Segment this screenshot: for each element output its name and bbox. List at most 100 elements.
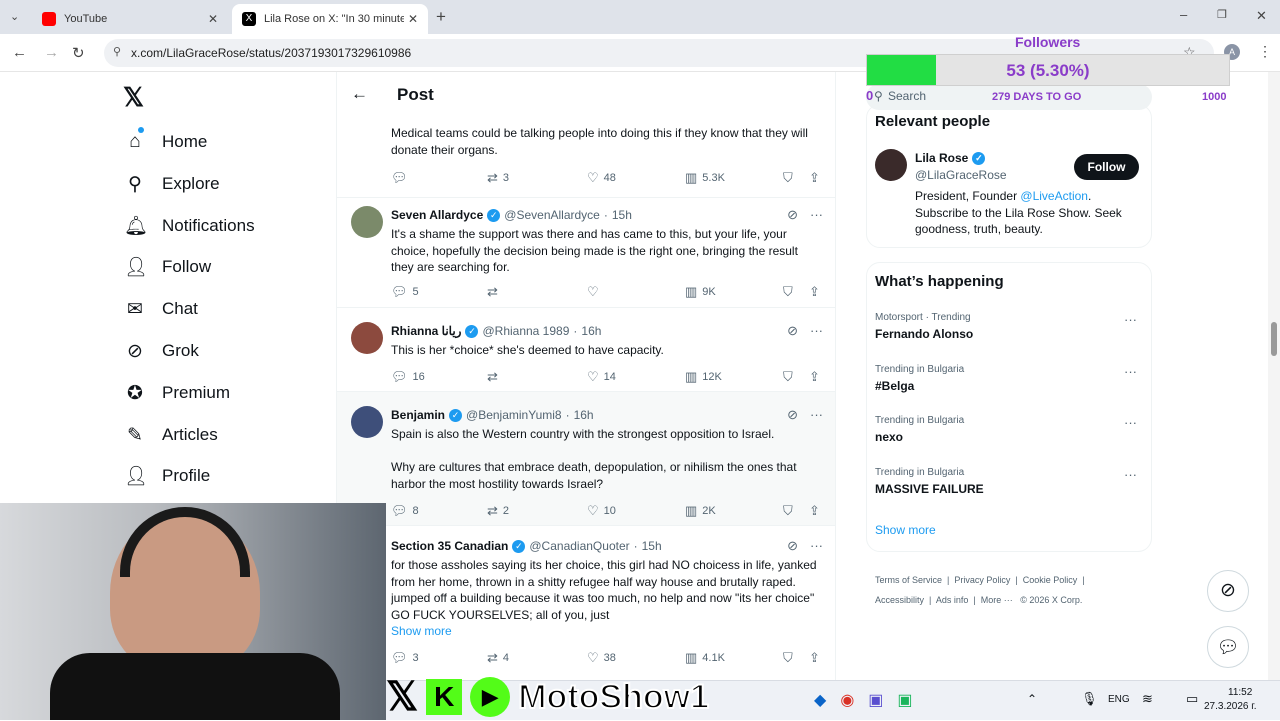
bookmark-button[interactable]: ⛉ (783, 170, 793, 186)
timestamp[interactable]: 16h (574, 408, 594, 422)
more-icon[interactable]: ··· (1124, 467, 1137, 482)
show-more-link[interactable]: Show more (391, 624, 452, 638)
footer-link[interactable]: Cookie Policy (1023, 575, 1078, 585)
like-button[interactable]: ♡ 48 (587, 170, 616, 186)
footer-link[interactable]: Accessibility (875, 595, 924, 605)
share-button[interactable]: ⇪ (809, 170, 820, 186)
repost-button[interactable]: ⇄ 2 (487, 503, 509, 519)
trend-item[interactable]: Motorsport · Trending Fernando Alonso ··… (875, 312, 1145, 341)
bookmark-button[interactable]: ⛉ (783, 284, 793, 300)
more-icon[interactable]: ··· (810, 407, 823, 423)
language-indicator[interactable]: ENG (1108, 694, 1130, 705)
minimize-icon[interactable]: – (1180, 7, 1187, 22)
close-icon[interactable]: ✕ (408, 12, 418, 26)
person-handle[interactable]: @LilaGraceRose (915, 168, 1007, 182)
like-button[interactable]: ♡ (587, 284, 604, 300)
like-button[interactable]: ♡ 14 (587, 369, 616, 385)
grok-icon[interactable]: ⊘ (787, 407, 798, 423)
views-button[interactable]: ▥ 2K (685, 503, 716, 519)
views-button[interactable]: ▥ 12K (685, 369, 722, 385)
share-button[interactable]: ⇪ (809, 284, 820, 300)
grok-icon[interactable]: ⊘ (787, 207, 798, 223)
timestamp[interactable]: 15h (642, 539, 662, 553)
reply-button[interactable]: 💬︎ 3 (391, 650, 419, 666)
reply-button[interactable]: 💬︎ 5 (391, 284, 419, 300)
trend-item[interactable]: Trending in Bulgaria #Belga ··· (875, 364, 1145, 393)
back-arrow-icon[interactable]: ← (12, 44, 27, 61)
sidebar-item-home[interactable]: ⌂ Home (124, 125, 207, 159)
scrollbar-thumb[interactable] (1271, 322, 1277, 356)
grok-icon[interactable]: ⊘ (787, 538, 798, 554)
footer-link[interactable]: Ads info (936, 595, 969, 605)
reply-item[interactable]: Medical teams could be talking people in… (337, 116, 835, 198)
repost-button[interactable]: ⇄ (487, 284, 503, 300)
maximize-icon[interactable]: ❐ (1217, 8, 1227, 21)
like-button[interactable]: ♡ 10 (587, 503, 616, 519)
share-button[interactable]: ⇪ (809, 650, 820, 666)
clock-time[interactable]: 11:52 (1228, 687, 1252, 698)
reply-button[interactable]: 💬︎ 8 (391, 503, 419, 519)
timestamp[interactable]: 16h (581, 324, 601, 338)
more-icon[interactable]: ··· (1124, 364, 1137, 379)
close-icon[interactable]: ✕ (208, 12, 218, 26)
author-name[interactable]: Rhianna ريانا (391, 324, 461, 338)
avatar[interactable] (875, 149, 907, 181)
avatar[interactable] (351, 406, 383, 438)
reload-icon[interactable]: ↻ (72, 44, 85, 62)
show-more-link[interactable]: Show more (875, 523, 936, 537)
x-logo-icon[interactable]: 𝕏 (123, 82, 144, 113)
site-info-icon[interactable]: ⚲ (113, 45, 121, 58)
share-button[interactable]: ⇪ (809, 503, 820, 519)
author-handle[interactable]: @SevenAllardyce (504, 208, 600, 222)
footer-link[interactable]: More ··· (981, 595, 1013, 605)
scrollbar[interactable] (1268, 72, 1280, 680)
repost-button[interactable]: ⇄ 3 (487, 170, 509, 186)
views-button[interactable]: ▥ 9K (685, 284, 716, 300)
sidebar-item-follow[interactable]: 👤︎ Follow (124, 250, 211, 284)
footer-link[interactable]: Privacy Policy (954, 575, 1010, 585)
more-icon[interactable]: ··· (1124, 415, 1137, 430)
more-icon[interactable]: ··· (810, 207, 823, 223)
grok-floating-button[interactable]: ⊘ (1207, 570, 1249, 612)
chat-floating-button[interactable]: 💬︎ (1207, 626, 1249, 668)
bookmark-button[interactable]: ⛉ (783, 650, 793, 666)
more-icon[interactable]: ··· (1124, 312, 1137, 327)
author-handle[interactable]: @Rhianna 1989 (482, 324, 569, 338)
window-close-icon[interactable]: ✕ (1256, 8, 1267, 24)
author-name[interactable]: Section 35 Canadian (391, 539, 508, 553)
forward-arrow-icon[interactable]: → (44, 44, 59, 61)
grok-icon[interactable]: ⊘ (787, 323, 798, 339)
views-button[interactable]: ▥ 4.1K (685, 650, 725, 666)
new-tab-button[interactable]: + (436, 7, 446, 27)
avatar[interactable] (351, 322, 383, 354)
sidebar-item-grok[interactable]: ⊘ Grok (124, 334, 199, 368)
tab-youtube[interactable]: YouTube ✕ (32, 4, 228, 34)
tab-x-post[interactable]: X Lila Rose on X: "In 30 minutes, S ✕ (232, 4, 428, 34)
trend-item[interactable]: Trending in Bulgaria nexo ··· (875, 415, 1145, 444)
more-icon[interactable]: ··· (810, 538, 823, 554)
back-arrow-icon[interactable]: ← (351, 84, 368, 104)
trend-item[interactable]: Trending in Bulgaria MASSIVE FAILURE ··· (875, 467, 1145, 496)
menu-icon[interactable]: ⋮ (1258, 43, 1272, 60)
bio-link[interactable]: @LiveAction (1020, 189, 1088, 203)
timestamp[interactable]: 15h (612, 208, 632, 222)
clock-date[interactable]: 27.3.2026 г. (1204, 701, 1256, 712)
wifi-icon[interactable]: ≋ (1142, 691, 1153, 707)
bookmark-button[interactable]: ⛉ (783, 369, 793, 385)
battery-icon[interactable]: ▭ (1186, 691, 1198, 707)
sidebar-item-profile[interactable]: 👤︎ Profile (124, 459, 210, 493)
chrome-icon[interactable]: ◉ (840, 690, 854, 710)
reply-item[interactable]: Rhianna ريانا ✓ @Rhianna 1989 · 16h ⊘ ···… (337, 308, 835, 392)
repost-button[interactable]: ⇄ 4 (487, 650, 509, 666)
author-handle[interactable]: @BenjaminYumi8 (466, 408, 562, 422)
sidebar-item-chat[interactable]: ✉ Chat (124, 292, 198, 326)
reply-button[interactable]: 💬︎ 16 (391, 369, 425, 385)
reply-item[interactable]: Benjamin ✓ @BenjaminYumi8 · 16h ⊘ ··· Spa… (337, 392, 835, 526)
author-handle[interactable]: @CanadianQuoter (529, 539, 629, 553)
sidebar-item-explore[interactable]: ⚲ Explore (124, 167, 220, 201)
outlook-icon[interactable]: ◆ (814, 690, 826, 710)
person-name-row[interactable]: Lila Rose ✓ (915, 151, 986, 165)
tray-chevron-icon[interactable]: ⌃ (1027, 692, 1037, 706)
sidebar-item-premium[interactable]: ✪ Premium (124, 376, 230, 410)
microphone-icon[interactable]: 🎙︎ (1081, 691, 1098, 707)
